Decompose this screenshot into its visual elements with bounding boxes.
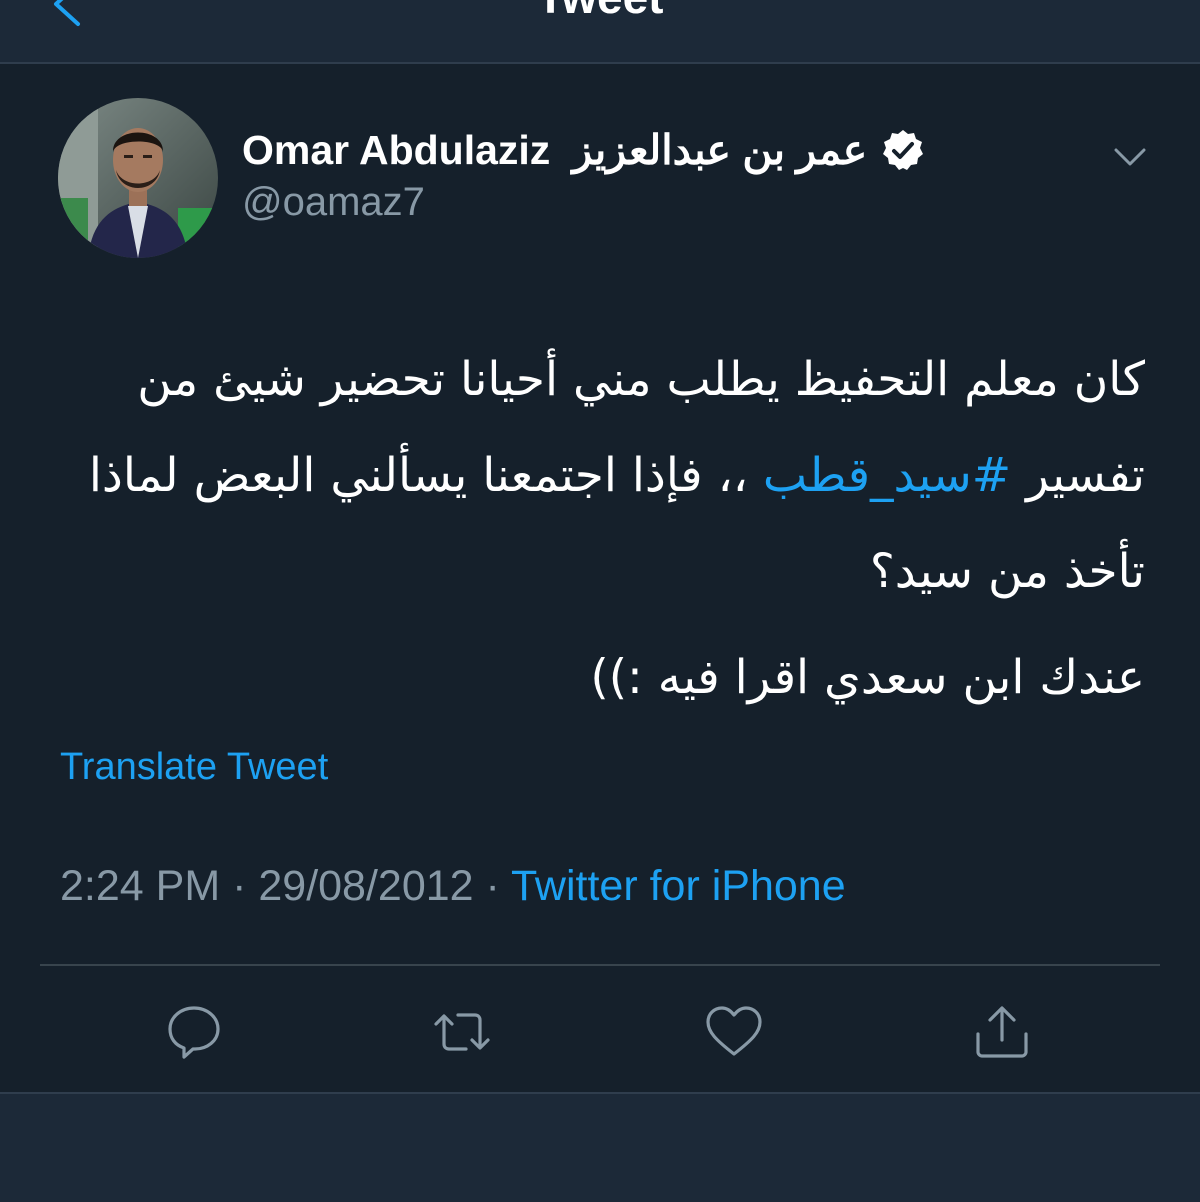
page-title: Tweet [0, 0, 1200, 20]
hashtag-link[interactable]: #سيد_قطب [763, 448, 1011, 503]
divider [40, 964, 1160, 966]
tweet-source-link[interactable]: Twitter for iPhone [511, 862, 846, 910]
author-name-arabic: عمر بن عبدالعزيز [572, 127, 868, 173]
tweet-time: 2:24 PM [60, 862, 221, 910]
heart-icon[interactable] [702, 1000, 766, 1064]
share-icon[interactable] [970, 1000, 1034, 1064]
verified-badge-icon [883, 130, 924, 170]
author-name-english: Omar Abdulaziz [242, 126, 551, 173]
tweet-paragraph-2: عندك ابن سعدي اقرا فيه :)) [590, 650, 1145, 705]
chevron-down-icon[interactable] [1110, 136, 1150, 176]
meta-separator: · [220, 862, 259, 910]
retweet-icon[interactable] [430, 1000, 494, 1064]
avatar-image [58, 98, 218, 258]
avatar[interactable] [58, 98, 218, 258]
navigation-bar: Tweet [0, 0, 1200, 64]
reply-icon[interactable] [162, 1000, 226, 1064]
bottom-bar [0, 1092, 1200, 1202]
author-name[interactable]: Omar Abdulaziz عمر بن عبدالعزيز [242, 122, 925, 178]
translate-tweet-link[interactable]: Translate Tweet [60, 746, 328, 789]
tweet-detail: Omar Abdulaziz عمر بن عبدالعزيز @oamaz7 … [0, 64, 1200, 1092]
meta-separator: · [473, 862, 512, 910]
tweet-text: كان معلم التحفيظ يطلب مني أحيانا تحضير ش… [60, 332, 1145, 726]
tweet-metadata: 2:24 PM · 29/08/2012 · Twitter for iPhon… [60, 862, 846, 911]
author-handle[interactable]: @oamaz7 [242, 180, 425, 225]
tweet-paragraph-1: كان معلم التحفيظ يطلب مني أحيانا تحضير ش… [60, 332, 1145, 620]
tweet-date: 29/08/2012 [258, 862, 474, 910]
